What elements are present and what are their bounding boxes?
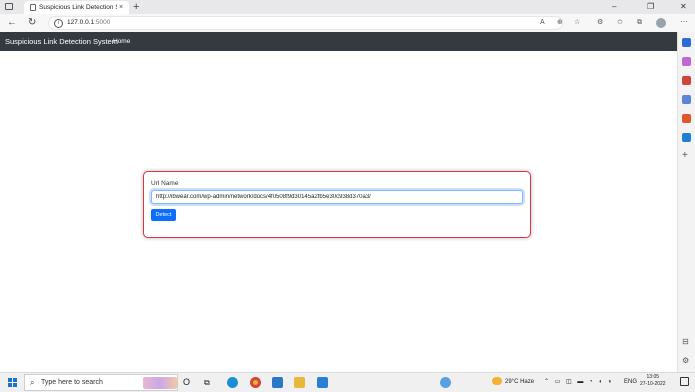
weather-icon	[492, 377, 502, 385]
address-bar[interactable]: i 127.0.0.1:5000	[48, 16, 563, 30]
sidebar-games-icon[interactable]	[682, 95, 691, 104]
address-host: 127.0.0.1	[67, 19, 95, 26]
back-icon[interactable]: ←	[7, 16, 17, 30]
url-detection-card: Url Name Detect	[143, 171, 531, 238]
browser-tab-active[interactable]: Suspicious Link Detection System ×	[24, 1, 129, 14]
sidebar-hide-icon[interactable]: ⊟	[682, 337, 689, 346]
nav-link-home[interactable]: Home	[113, 32, 130, 51]
address-url: 127.0.0.1:5000	[67, 17, 110, 29]
people-taskbar-icon[interactable]	[440, 377, 451, 388]
favorite-star-icon[interactable]: ☆	[574, 17, 580, 29]
chrome-taskbar-icon[interactable]	[250, 377, 261, 388]
detect-button[interactable]: Detect	[151, 209, 176, 221]
sidebar-outlook-icon[interactable]	[682, 133, 691, 142]
profile-avatar[interactable]	[656, 18, 666, 28]
page-favicon-icon	[30, 4, 36, 11]
search-highlight-image	[143, 377, 177, 389]
file-explorer-taskbar-icon[interactable]	[294, 377, 305, 388]
tab-close-icon[interactable]: ×	[119, 3, 123, 12]
tab-title: Suspicious Link Detection System	[39, 4, 117, 11]
task-view-icon[interactable]: ⧉	[204, 376, 210, 389]
weather-text[interactable]: 29°C Haze	[505, 376, 534, 389]
collections-icon[interactable]: ⧉	[637, 17, 642, 29]
app-navbar: Suspicious Link Detection System Home	[0, 32, 677, 51]
new-tab-button[interactable]: +	[133, 0, 139, 14]
sidebar-office-icon[interactable]	[682, 114, 691, 123]
clock-date: 27-10-2022	[640, 381, 666, 387]
notifications-icon[interactable]	[680, 377, 689, 386]
windows-start-icon[interactable]	[8, 378, 17, 387]
cortana-icon[interactable]: O	[183, 376, 190, 389]
url-input[interactable]	[151, 190, 523, 204]
refresh-icon[interactable]: ↻	[28, 16, 36, 30]
system-tray-icons[interactable]: ⌃ ▭ ◫ ▬ ◔ ◖ ◑	[544, 376, 613, 389]
windows-taskbar: ⌕ Type here to search O ⧉ 29°C Haze ⌃ ▭ …	[0, 372, 695, 392]
favorites-icon[interactable]: ✩	[617, 17, 623, 29]
browser-toolbar: ← ↻ i 127.0.0.1:5000 A ⊕ ☆ ⚙ ✩ ⧉ ···	[0, 14, 695, 33]
close-window-icon[interactable]: ✕	[680, 0, 687, 14]
taskbar-search-placeholder: Type here to search	[41, 379, 103, 386]
sidebar-discover-icon[interactable]	[682, 57, 691, 66]
tab-actions-icon[interactable]	[5, 3, 13, 10]
search-icon: ⌕	[30, 378, 35, 387]
settings-more-icon[interactable]: ···	[680, 16, 688, 28]
extensions-icon[interactable]: ⚙	[597, 17, 603, 29]
read-aloud-icon[interactable]: A	[540, 17, 545, 29]
clock-time: 13:05	[646, 374, 660, 380]
taskbar-search-box[interactable]: ⌕ Type here to search	[24, 374, 178, 391]
address-port: :5000	[94, 19, 111, 26]
zoom-icon[interactable]: ⊕	[557, 17, 563, 29]
edge-taskbar-icon[interactable]	[227, 377, 238, 388]
maximize-icon[interactable]: ❐	[647, 0, 654, 14]
mail-taskbar-icon[interactable]	[272, 377, 283, 388]
taskbar-clock[interactable]: 13:05 27-10-2022	[640, 374, 666, 388]
sidebar-tools-icon[interactable]	[682, 76, 691, 85]
vscode-taskbar-icon[interactable]	[317, 377, 328, 388]
browser-tab-strip: Suspicious Link Detection System × + – ❐…	[0, 0, 695, 14]
url-name-label: Url Name	[151, 180, 179, 187]
site-info-icon[interactable]: i	[54, 19, 63, 28]
language-indicator[interactable]: ENG	[624, 376, 637, 389]
browser-sidebar: + ⊟ ⚙	[677, 32, 695, 372]
sidebar-search-icon[interactable]	[682, 38, 691, 47]
sidebar-settings-icon[interactable]: ⚙	[682, 356, 689, 365]
minimize-icon[interactable]: –	[612, 0, 616, 14]
sidebar-add-icon[interactable]: +	[682, 150, 688, 161]
navbar-brand[interactable]: Suspicious Link Detection System	[5, 32, 118, 51]
